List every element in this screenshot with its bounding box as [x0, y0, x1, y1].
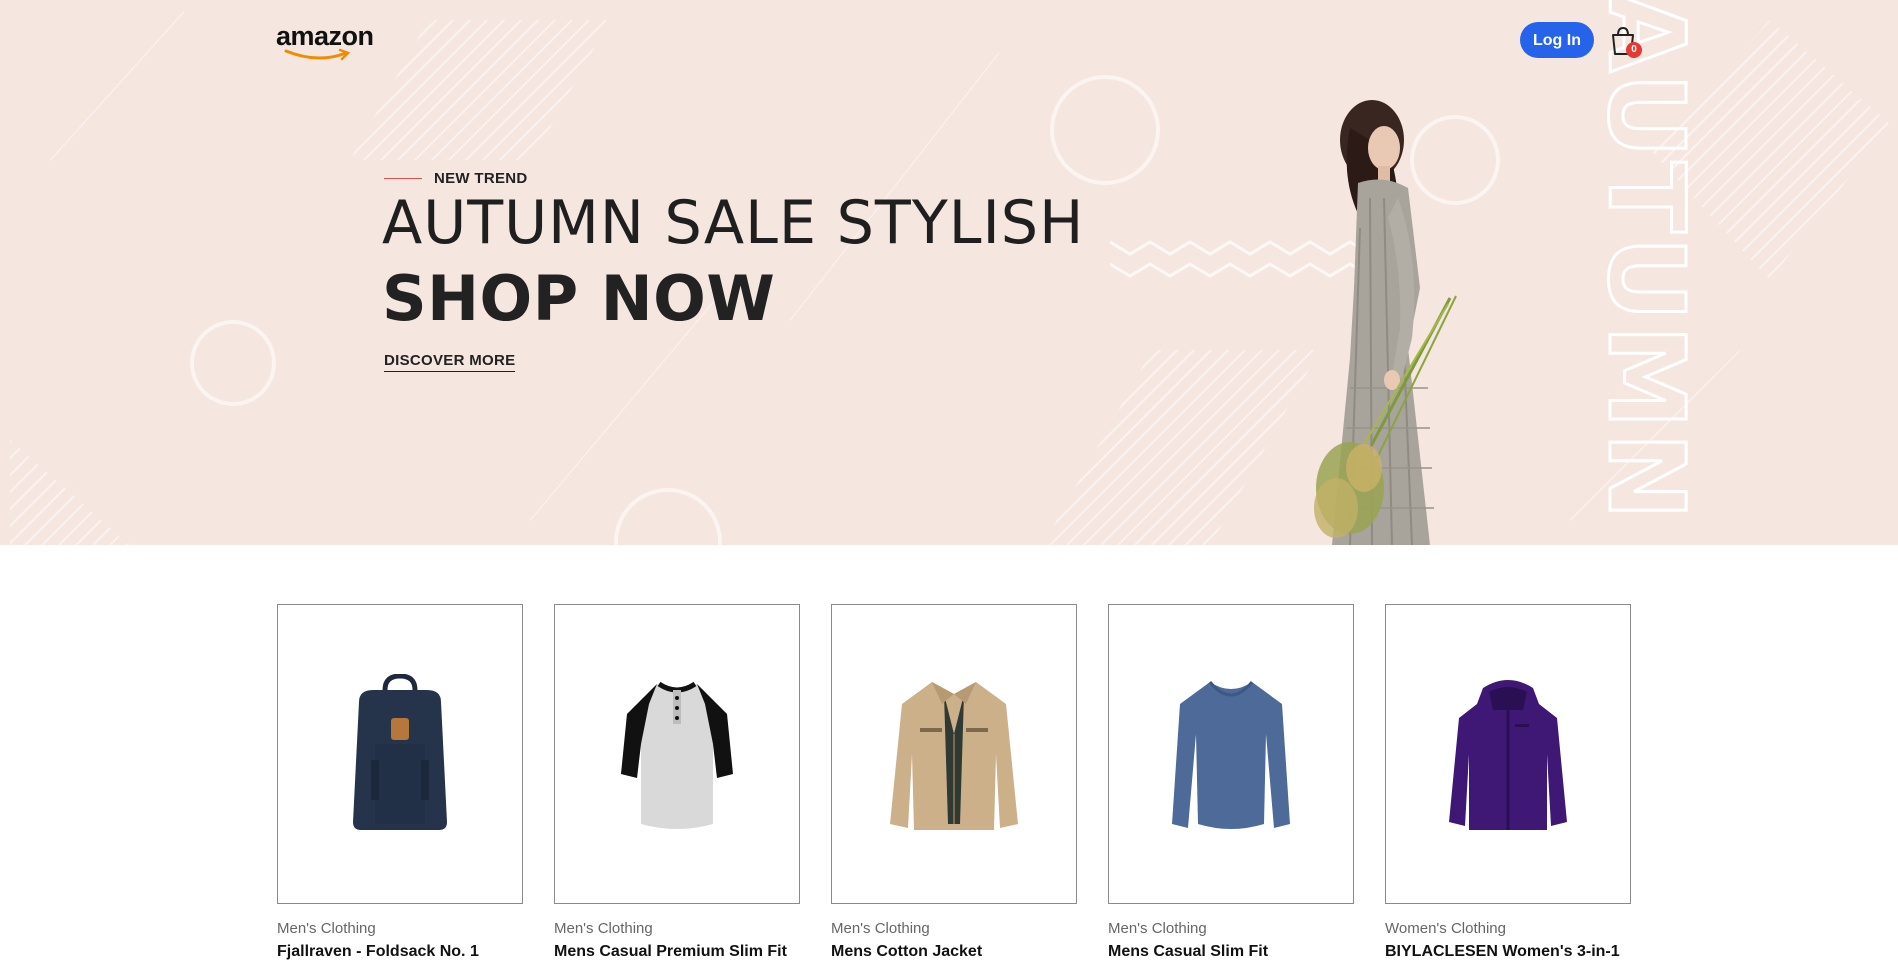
hero-kicker: NEW TREND [384, 170, 528, 187]
decor-hatch [350, 20, 610, 160]
discover-more-link[interactable]: DISCOVER MORE [384, 352, 516, 372]
raglan-shirt-icon [621, 681, 733, 829]
decor-line [49, 11, 185, 161]
product-title[interactable]: Mens Casual Premium Slim Fit [554, 943, 800, 961]
product-title[interactable]: BIYLACLESEN Women's 3-in-1 [1385, 943, 1631, 961]
autumn-vertical-word: AUTUMN [1590, 0, 1700, 545]
product-category: Men's Clothing [831, 920, 930, 937]
product-category: Women's Clothing [1385, 920, 1506, 937]
cart-count-badge: 0 [1626, 42, 1642, 58]
decor-circle [1050, 75, 1160, 185]
product-title[interactable]: Fjallraven - Foldsack No. 1 [277, 943, 523, 961]
autumn-word-text: AUTUMN [1590, 0, 1700, 524]
product-category: Men's Clothing [554, 920, 653, 937]
model-photo [1314, 100, 1457, 545]
hero-edge [0, 0, 10, 545]
product-image-frame[interactable] [1108, 604, 1354, 904]
hero-subheadline: SHOP NOW [382, 262, 776, 335]
hero-banner: AUTUMN amazon Log In 0 NEW TREND AUTUMN … [10, 0, 1898, 545]
decor-circle [190, 320, 276, 406]
decor-circle [614, 488, 722, 545]
product-image-frame[interactable] [554, 604, 800, 904]
decor-line [789, 52, 1000, 321]
decor-hatch [1040, 350, 1320, 545]
product-card[interactable]: Men's Clothing Mens Casual Slim Fit [1108, 604, 1354, 961]
kicker-line [384, 178, 422, 179]
amazon-logo[interactable]: amazon [276, 22, 374, 62]
product-title[interactable]: Mens Cotton Jacket [831, 943, 1077, 961]
product-image-frame[interactable] [831, 604, 1077, 904]
product-card[interactable]: Men's Clothing Fjallraven - Foldsack No.… [277, 604, 523, 961]
backpack-icon [353, 674, 447, 830]
long-sleeve-shirt-icon [1172, 681, 1290, 829]
product-image-frame[interactable] [1385, 604, 1631, 904]
product-card[interactable]: Men's Clothing Mens Cotton Jacket [831, 604, 1077, 961]
login-button[interactable]: Log In [1520, 22, 1594, 58]
product-title[interactable]: Mens Casual Slim Fit [1108, 943, 1354, 961]
hero-headline: AUTUMN SALE STYLISH [382, 188, 1085, 258]
kicker-text: NEW TREND [434, 170, 528, 187]
logo-text: amazon [276, 21, 374, 51]
logo-smile-icon [284, 48, 351, 61]
jacket-icon [890, 682, 1018, 830]
womens-jacket-icon [1449, 680, 1567, 830]
product-image-frame[interactable] [277, 604, 523, 904]
product-category: Men's Clothing [1108, 920, 1207, 937]
product-category: Men's Clothing [277, 920, 376, 937]
product-card[interactable]: Men's Clothing Mens Casual Premium Slim … [554, 604, 800, 961]
product-card[interactable]: Women's Clothing BIYLACLESEN Women's 3-i… [1385, 604, 1631, 961]
decor-hatch [10, 440, 130, 545]
